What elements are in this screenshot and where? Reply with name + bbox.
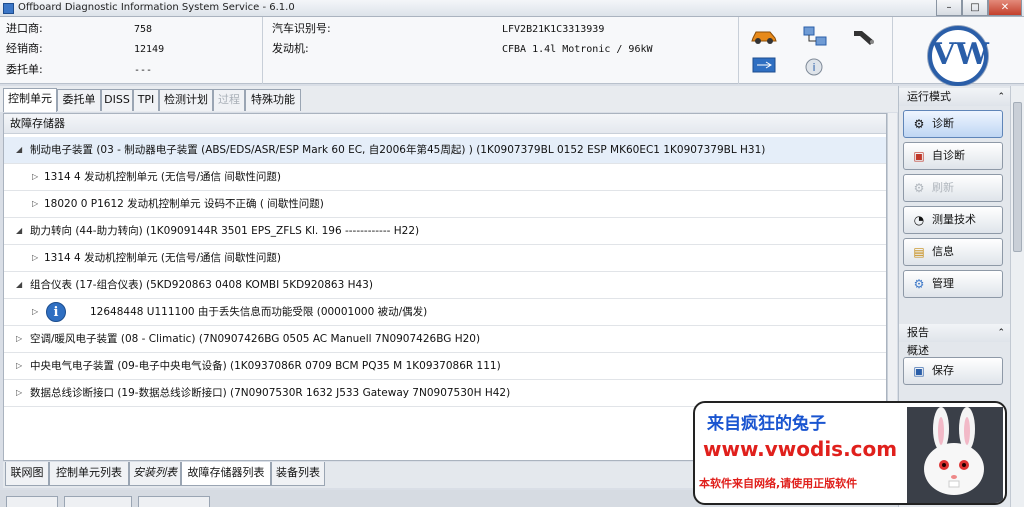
collapse-triangle-icon[interactable]: ◢ bbox=[16, 272, 22, 298]
help-icon[interactable]: i bbox=[804, 57, 824, 81]
header-divider bbox=[262, 17, 263, 84]
fault-row-dtc[interactable]: ▷ 18020 0 P1612 发动机控制单元 设码不正确 ( 间歇性问题) bbox=[4, 191, 886, 218]
engine-value: CFBA 1.4l Motronic / 96kW bbox=[502, 44, 653, 55]
fault-row-ecu[interactable]: ▷ 中央电气电子装置 (09-电子中央电气设备) (1K0937086R 070… bbox=[4, 353, 886, 380]
diagnosis-icon: ⚙ bbox=[913, 117, 925, 131]
tab-equipment-list[interactable]: 装备列表 bbox=[271, 462, 325, 486]
engine-label: 发动机: bbox=[272, 42, 309, 55]
fault-memory-title: 故障存储器 bbox=[4, 114, 886, 134]
fault-row-ecu[interactable]: ▷ 空调/暖风电子装置 (08 - Climatic) (7N0907426BG… bbox=[4, 326, 886, 353]
admin-button[interactable]: ⚙ 管理 bbox=[903, 270, 1003, 298]
collapse-chevron-icon[interactable]: ⌃ bbox=[997, 324, 1005, 342]
usb-icon[interactable] bbox=[752, 57, 776, 77]
watermark-line-1: 来自疯狂的兔子 bbox=[707, 414, 826, 434]
info-icon: i bbox=[46, 302, 66, 322]
book-icon: ▤ bbox=[913, 245, 925, 259]
tab-network-diagram[interactable]: 联网图 bbox=[5, 462, 49, 486]
watermark-overlay: 来自疯狂的兔子 www.vwodis.com 本软件来自网络,请使用正版软件 bbox=[693, 401, 1007, 505]
app-icon bbox=[3, 3, 14, 14]
header-divider bbox=[738, 17, 739, 84]
expand-triangle-icon[interactable]: ▷ bbox=[32, 164, 38, 190]
fault-row-dtc[interactable]: ▷ i 12648448 U111100 由于丢失信息而功能受限 (000010… bbox=[4, 299, 886, 326]
flash-icon: ⚙ bbox=[913, 181, 925, 195]
bunny-mascot-icon bbox=[907, 407, 1003, 503]
fault-row-ecu[interactable]: ◢ 制动电子装置 (03 - 制动器电子装置 (ABS/EDS/ASR/ESP … bbox=[4, 137, 886, 164]
expand-triangle-icon[interactable]: ▷ bbox=[16, 326, 22, 352]
sidebar-scrollbar[interactable] bbox=[1010, 86, 1024, 507]
dealer-label: 经销商: bbox=[6, 42, 43, 55]
expand-triangle-icon[interactable]: ▷ bbox=[32, 191, 38, 217]
main-tab-bar: 控制单元 委托单 DISS TPI 检测计划 过程 特殊功能 bbox=[0, 86, 898, 112]
importer-label: 进口商: bbox=[6, 22, 43, 35]
report-header[interactable]: 报告 ⌃ bbox=[899, 324, 1011, 342]
vehicle-info-header: 进口商: 758 经销商: 12149 委托单: --- 汽车识别号: LFV2… bbox=[0, 17, 1024, 86]
gauge-icon: ◔ bbox=[913, 213, 925, 227]
vw-logo: VW bbox=[928, 26, 989, 86]
importer-value: 758 bbox=[134, 24, 153, 35]
admin-icon: ⚙ bbox=[913, 277, 925, 291]
tab-test-plan[interactable]: 检测计划 bbox=[159, 89, 213, 111]
tab-fault-memory-list[interactable]: 故障存储器列表 bbox=[181, 462, 271, 486]
header-divider bbox=[892, 17, 893, 84]
expand-triangle-icon[interactable]: ▷ bbox=[16, 380, 22, 406]
expand-triangle-icon[interactable]: ▷ bbox=[32, 245, 38, 271]
minimize-button[interactable]: – bbox=[936, 0, 962, 16]
car-icon[interactable] bbox=[750, 27, 778, 49]
order-label: 委托单: bbox=[6, 63, 43, 76]
scrollbar-thumb[interactable] bbox=[1013, 102, 1022, 252]
expand-triangle-icon[interactable]: ▷ bbox=[16, 353, 22, 379]
close-button[interactable]: ✕ bbox=[988, 0, 1022, 16]
svg-text:i: i bbox=[812, 61, 815, 74]
tab-diss[interactable]: DISS bbox=[101, 89, 133, 111]
tab-tpi[interactable]: TPI bbox=[133, 89, 159, 111]
bottom-button[interactable] bbox=[6, 496, 58, 507]
fault-row-ecu[interactable]: ◢ 助力转向 (44-助力转向) (1K0909144R 3501 EPS_ZF… bbox=[4, 218, 886, 245]
bottom-button[interactable] bbox=[138, 496, 210, 507]
watermark-url: www.vwodis.com bbox=[703, 437, 898, 461]
fault-row-dtc[interactable]: ▷ 1314 4 发动机控制单元 (无信号/通信 间歇性问题) bbox=[4, 245, 886, 272]
save-button[interactable]: ▣ 保存 bbox=[903, 357, 1003, 385]
key-icon[interactable] bbox=[852, 27, 878, 51]
info-button[interactable]: ▤ 信息 bbox=[903, 238, 1003, 266]
order-value: --- bbox=[134, 65, 153, 76]
operation-mode-header[interactable]: 运行模式 ⌃ bbox=[899, 88, 1011, 106]
fault-row-ecu[interactable]: ◢ 组合仪表 (17-组合仪表) (5KD920863 0408 KOMBI 5… bbox=[4, 272, 886, 299]
bottom-button[interactable] bbox=[64, 496, 132, 507]
collapse-triangle-icon[interactable]: ◢ bbox=[16, 137, 22, 163]
expand-triangle-icon[interactable]: ▷ bbox=[32, 299, 38, 325]
self-diagnosis-icon: ▣ bbox=[913, 149, 925, 163]
self-diagnosis-button[interactable]: ▣ 自诊断 bbox=[903, 142, 1003, 170]
tab-control-unit-list[interactable]: 控制单元列表 bbox=[49, 462, 129, 486]
fault-row-dtc[interactable]: ▷ 1314 4 发动机控制单元 (无信号/通信 间歇性问题) bbox=[4, 164, 886, 191]
measurement-button[interactable]: ◔ 测量技术 bbox=[903, 206, 1003, 234]
save-icon: ▣ bbox=[913, 364, 925, 378]
tab-orders[interactable]: 委托单 bbox=[57, 89, 101, 111]
diagnosis-button[interactable]: ⚙ 诊断 bbox=[903, 110, 1003, 138]
title-bar: Offboard Diagnostic Information System S… bbox=[0, 0, 1024, 17]
vin-label: 汽车识别号: bbox=[272, 22, 331, 35]
dealer-value: 12149 bbox=[134, 44, 165, 55]
window-title: Offboard Diagnostic Information System S… bbox=[18, 2, 295, 13]
maximize-button[interactable]: □ bbox=[962, 0, 988, 16]
network-icon[interactable] bbox=[802, 25, 828, 53]
vin-value: LFV2B21K1C3313939 bbox=[502, 24, 605, 35]
summary-label: 概述 bbox=[907, 344, 929, 357]
flash-button[interactable]: ⚙ 刷新 bbox=[903, 174, 1003, 202]
tab-process[interactable]: 过程 bbox=[213, 89, 245, 111]
collapse-chevron-icon[interactable]: ⌃ bbox=[997, 88, 1005, 106]
tab-control-units[interactable]: 控制单元 bbox=[3, 88, 57, 112]
watermark-line-3: 本软件来自网络,请使用正版软件 bbox=[699, 477, 858, 490]
tab-special-functions[interactable]: 特殊功能 bbox=[245, 89, 301, 111]
tab-installation-list[interactable]: 安装列表 bbox=[129, 462, 181, 486]
collapse-triangle-icon[interactable]: ◢ bbox=[16, 218, 22, 244]
